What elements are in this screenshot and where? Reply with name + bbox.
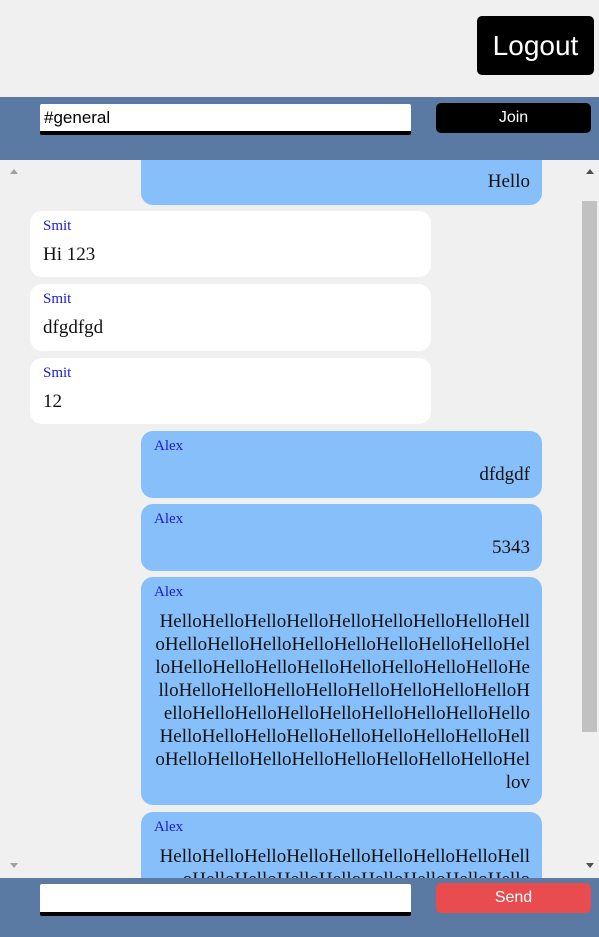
message-bubble: Smit dfgdfgd	[30, 284, 431, 351]
message-text: HelloHelloHelloHelloHelloHelloHelloHello…	[159, 846, 530, 878]
scrollbar[interactable]	[580, 160, 599, 878]
message-text: dfdgdf	[479, 464, 530, 485]
message-bubble: Smit Hi 123	[30, 211, 431, 277]
message-bubble: Alex 5343	[141, 504, 542, 571]
message-bubble: Alex dfdgdf	[141, 431, 542, 498]
message-text: 5343	[492, 537, 530, 558]
send-button[interactable]: Send	[436, 883, 591, 913]
scroll-up-arrow[interactable]	[10, 169, 18, 174]
message-bubble: Alex HelloHelloHelloHelloHelloHelloHello…	[141, 812, 542, 878]
message-author: Smit	[43, 218, 72, 234]
scroll-down-arrow[interactable]	[10, 863, 18, 868]
message-author: Alex	[154, 511, 184, 527]
message-author: Smit	[43, 365, 72, 381]
message-text: 12	[43, 391, 62, 412]
join-button[interactable]: Join	[436, 103, 591, 133]
chat-area[interactable]: Hello Smit Hi 123 Smit dfgdfgd Smit 12 A…	[0, 160, 599, 878]
channel-bar: Join	[0, 97, 599, 160]
composer-bar: Send	[0, 878, 599, 937]
message-bubble: Smit 12	[30, 358, 431, 424]
top-bar: Logout	[0, 0, 599, 97]
message-author: Alex	[154, 438, 184, 454]
message-author: Smit	[43, 291, 72, 307]
logout-button[interactable]: Logout	[477, 16, 594, 75]
message-text: dfgdfgd	[43, 317, 104, 338]
message-author: Alex	[154, 819, 184, 835]
message-text: HelloHelloHelloHelloHelloHelloHelloHello…	[155, 611, 530, 793]
scrollbar-thumb[interactable]	[582, 201, 597, 732]
message-bubble: Hello	[141, 160, 542, 205]
message-text: Hello	[487, 171, 530, 192]
message-author: Alex	[154, 584, 184, 600]
channel-input[interactable]	[40, 104, 411, 135]
message-bubble: Alex HelloHelloHelloHelloHelloHelloHello…	[141, 577, 542, 805]
message-text: Hi 123	[43, 244, 96, 265]
scrollbar-down-arrow[interactable]	[586, 863, 594, 868]
message-input[interactable]	[40, 884, 411, 916]
scrollbar-up-arrow[interactable]	[586, 169, 594, 174]
